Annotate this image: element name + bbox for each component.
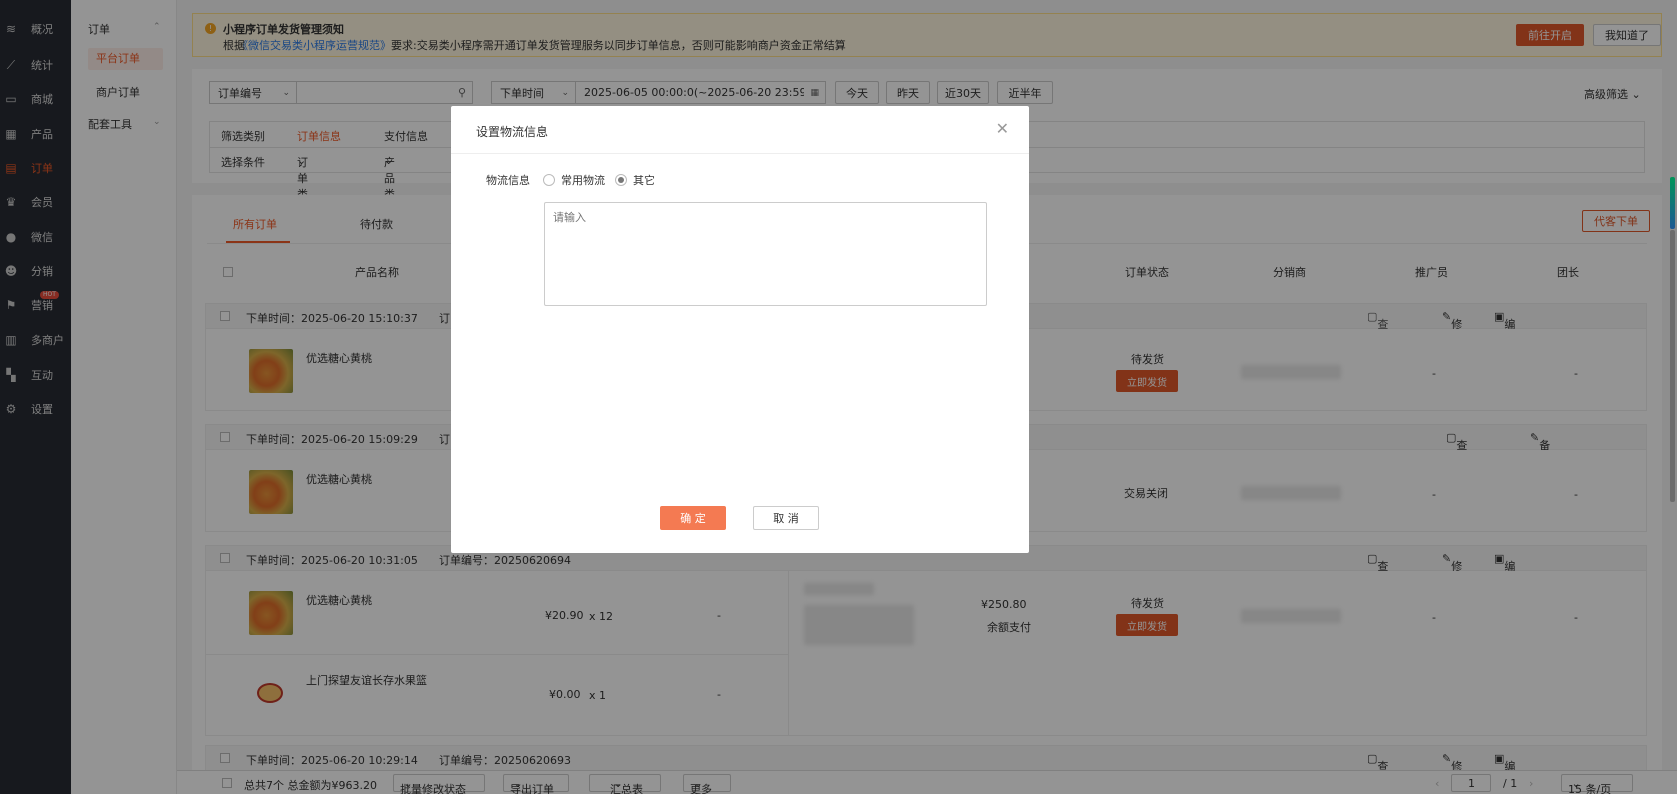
logistics-label: 物流信息 [486,174,530,187]
logistics-modal: 设置物流信息 ✕ 物流信息 常用物流 其它 确 定 取 消 [451,106,1029,553]
app: ≋ 概况 ⟋ 统计 ▭ 商城 ▦ 产品 ▤ 订单 ♛ 会员 ● 微信 ☻ 分销 ⚑ 营销 HOT … [0,0,1677,794]
cancel-button[interactable]: 取 消 [753,506,819,530]
radio-other[interactable] [615,174,627,186]
radio-other-label[interactable]: 其它 [633,172,655,188]
close-icon[interactable]: ✕ [996,119,1009,138]
confirm-button[interactable]: 确 定 [660,506,726,530]
radio-common-label[interactable]: 常用物流 [561,172,605,188]
modal-header: 设置物流信息 ✕ [451,106,1029,154]
modal-title: 设置物流信息 [476,125,549,139]
radio-common-logistics[interactable] [543,174,555,186]
logistics-textarea[interactable] [544,202,987,306]
